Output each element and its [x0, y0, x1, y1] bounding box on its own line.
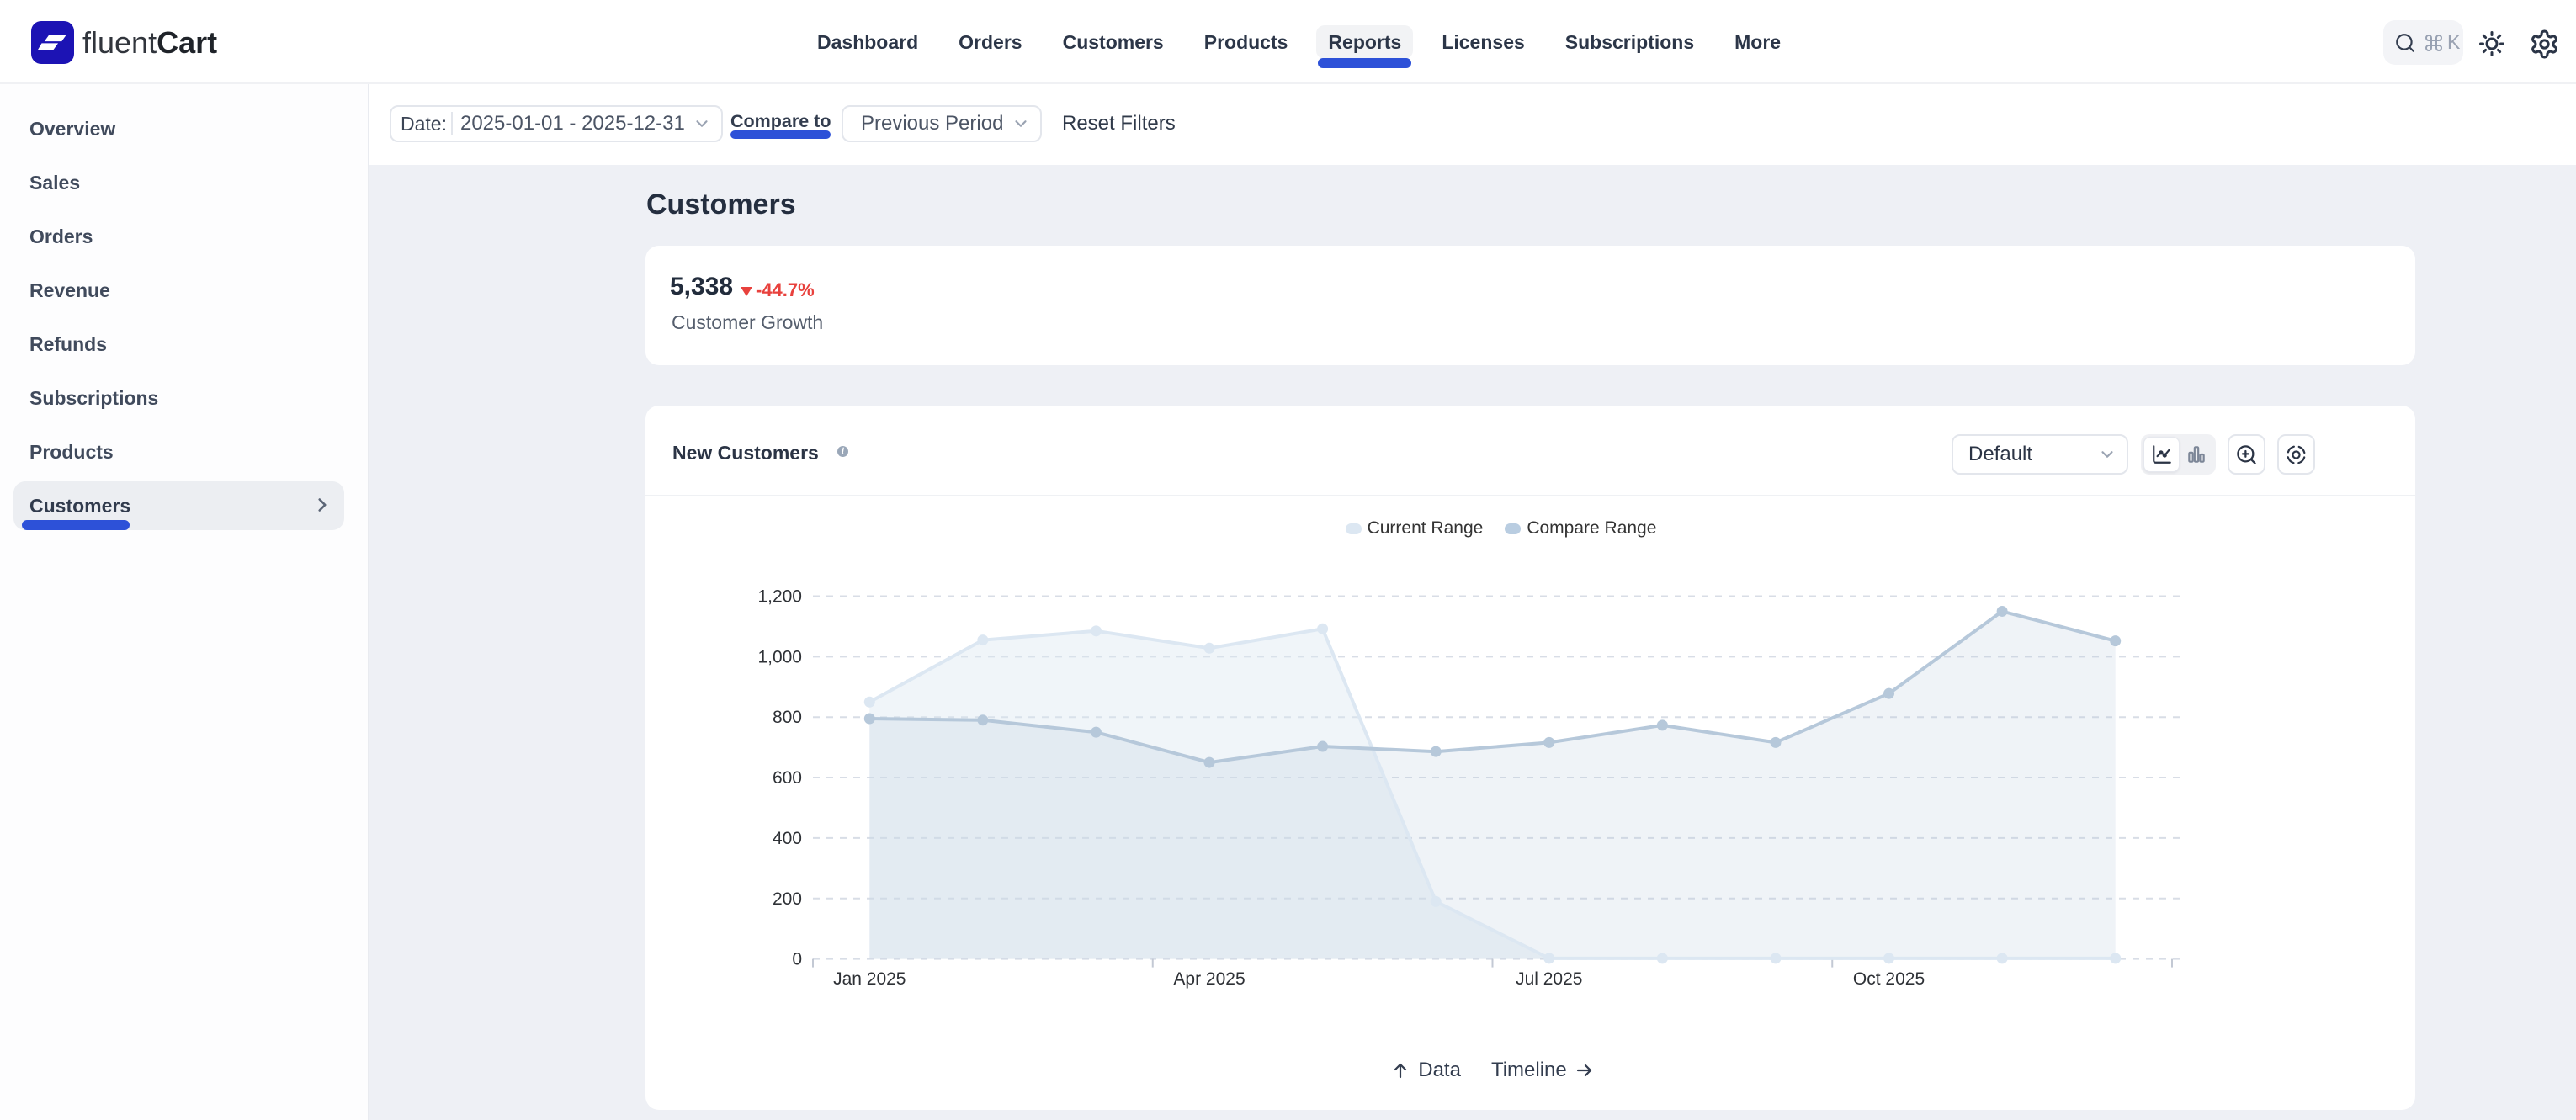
svg-text:400: 400	[773, 829, 802, 848]
svg-text:1,000: 1,000	[757, 647, 802, 666]
svg-text:600: 600	[773, 768, 802, 788]
svg-text:1,200: 1,200	[757, 587, 802, 607]
svg-text:Jul 2025: Jul 2025	[1516, 969, 1582, 989]
svg-text:800: 800	[773, 708, 802, 727]
svg-text:200: 200	[773, 889, 802, 909]
svg-text:Oct 2025: Oct 2025	[1853, 969, 1925, 989]
svg-text:Apr 2025: Apr 2025	[1173, 969, 1245, 989]
svg-text:0: 0	[792, 950, 802, 969]
svg-text:Jan 2025: Jan 2025	[833, 969, 906, 989]
